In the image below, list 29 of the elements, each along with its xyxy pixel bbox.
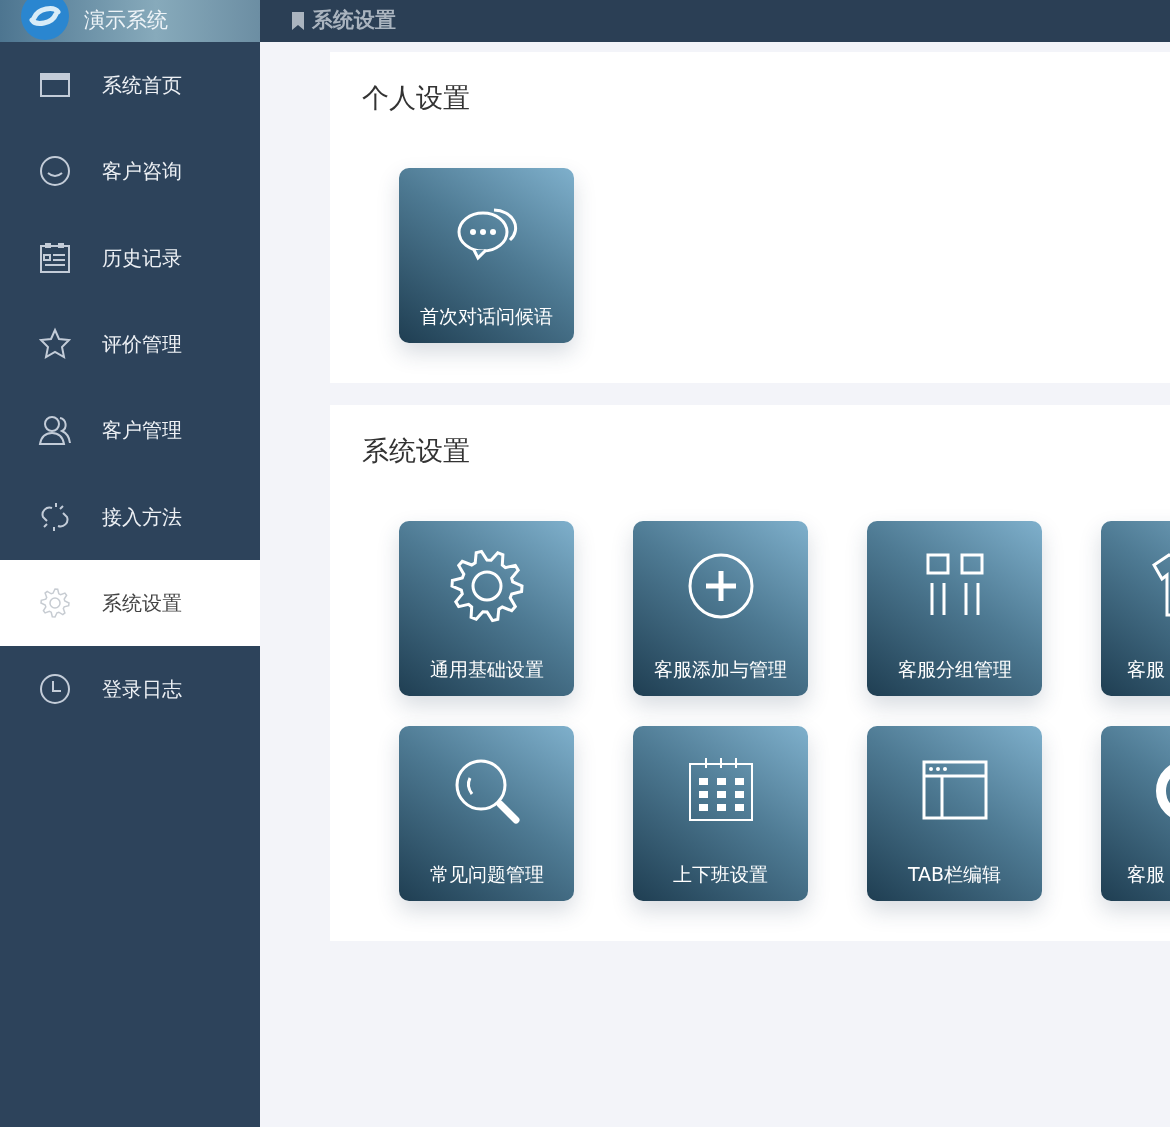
sidebar-item[interactable]: 评价管理 [0,300,260,388]
sidebar-item[interactable]: 系统设置 [0,559,260,647]
page-title: 系统设置 [312,7,396,35]
gear-icon [449,549,524,623]
settings-tile[interactable]: 客服 [1101,521,1170,696]
sidebar-item[interactable]: 登录日志 [0,646,260,733]
sidebar-item[interactable]: 历史记录 [0,214,260,301]
app-name: 演示系统 [84,7,168,35]
logo-icon [20,0,70,42]
sidebar-item[interactable]: 系统首页 [0,42,260,129]
settings-tile[interactable]: 上下班设置 [633,726,808,901]
sidebar-item[interactable]: 接入方法 [0,473,260,560]
gear-icon [38,585,72,620]
settings-tile[interactable]: 首次对话问候语 [399,168,574,343]
settings-tile[interactable]: 客服添加与管理 [633,521,808,696]
settings-tile[interactable]: 常见问题管理 [399,726,574,901]
settings-tile[interactable]: 客服 [1101,726,1170,901]
bookmark-icon [290,11,306,31]
section-title: 系统设置 [361,434,471,468]
users-icon [38,413,72,448]
settings-tile[interactable]: 客服分组管理 [867,521,1042,696]
smiley-icon [38,154,72,189]
sidebar-item[interactable]: 客户管理 [0,387,260,474]
section-title: 个人设置 [361,81,471,115]
document-icon [38,240,72,275]
settings-tile[interactable]: TAB栏编辑 [867,726,1042,901]
settings-tile[interactable]: 通用基础设置 [399,521,574,696]
clock-icon [38,672,72,707]
sidebar-item[interactable]: 客户咨询 [0,128,260,215]
